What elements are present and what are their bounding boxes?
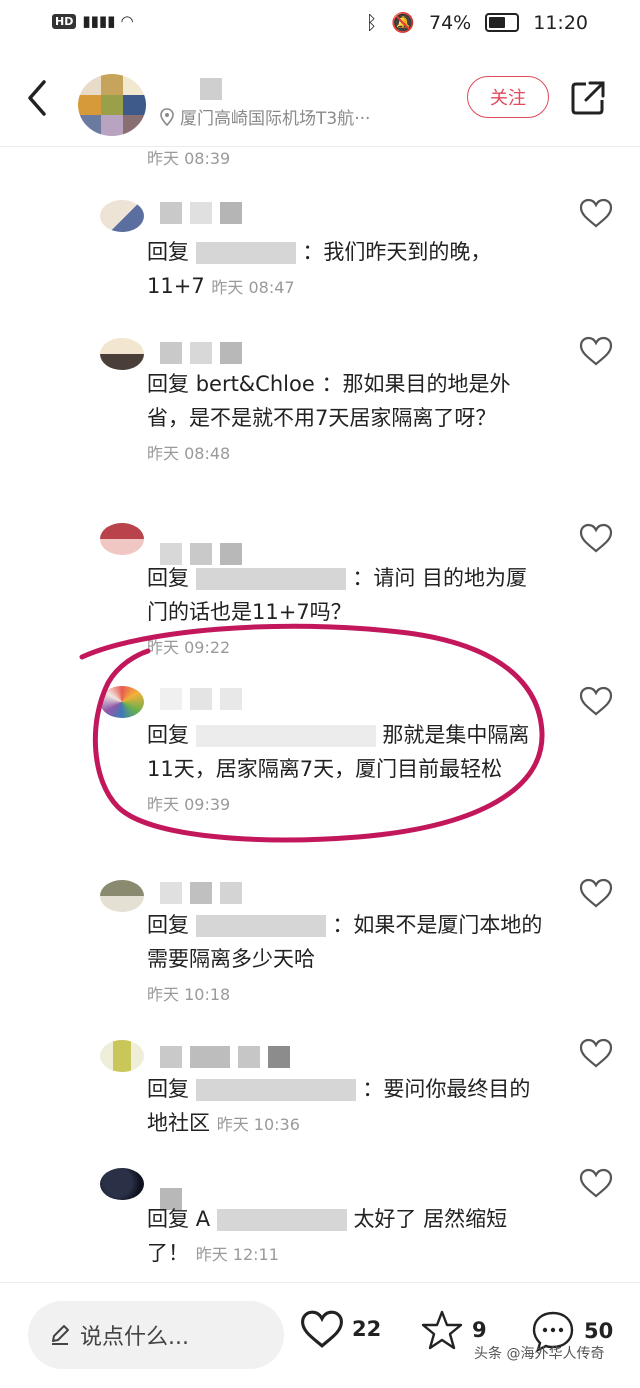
star-icon xyxy=(421,1310,463,1350)
status-left: HD ▮▮▮▮ ◠ xyxy=(52,12,133,30)
status-right: ᛒ 🔕 74% 11:20 xyxy=(365,11,588,35)
favorite-count: 9 xyxy=(472,1318,487,1342)
reply-prefix: 回复 xyxy=(147,1207,189,1231)
comment-body: 回复 A 太好了 居然缩短了！ 昨天 12:11 xyxy=(147,1202,547,1272)
avatar[interactable] xyxy=(100,880,144,912)
watermark: 头条 @海外华人传奇 xyxy=(474,1346,605,1362)
bottom-action-bar: 说点什么... 22 9 50 头条 @海外华人传奇 xyxy=(0,1282,640,1388)
signal-icon: ▮▮▮▮ xyxy=(82,12,116,30)
comment-time: 昨天 10:18 xyxy=(147,985,231,1004)
author-avatar[interactable] xyxy=(78,74,146,136)
comment-time: 昨天 08:48 xyxy=(147,444,231,463)
like-count: 22 xyxy=(352,1317,382,1341)
reply-prefix: 回复 xyxy=(147,1077,189,1101)
comment-input[interactable]: 说点什么... xyxy=(28,1301,284,1369)
comment-time: 昨天 12:11 xyxy=(195,1245,279,1264)
comment-body: 回复 ：要问你最终目的地社区 昨天 10:36 xyxy=(147,1072,547,1142)
pencil-icon xyxy=(52,1325,69,1345)
reply-prefix: 回复 xyxy=(147,913,189,937)
comment-time: 昨天 09:22 xyxy=(147,638,231,657)
avatar[interactable] xyxy=(100,1040,144,1072)
wifi-icon: ◠ xyxy=(121,12,133,30)
commenter-name-blur[interactable] xyxy=(160,342,242,364)
like-heart-icon[interactable] xyxy=(579,336,613,366)
commenter-name-blur[interactable] xyxy=(160,688,242,710)
comment-body: 回复 那就是集中隔离11天，居家隔离7天，厦门目前最轻松 昨天 09:39 xyxy=(147,718,539,822)
comment-time: 昨天 10:36 xyxy=(216,1115,300,1134)
like-heart-icon[interactable] xyxy=(579,198,613,228)
reply-target-blur xyxy=(195,725,376,747)
reply-target: A xyxy=(195,1207,211,1231)
avatar[interactable] xyxy=(100,1168,144,1200)
commenter-name-blur[interactable] xyxy=(160,1046,290,1068)
back-arrow-icon[interactable] xyxy=(20,76,60,120)
battery-fill xyxy=(489,17,506,28)
battery-icon xyxy=(485,13,520,32)
comment-time: 昨天 09:39 xyxy=(147,795,231,814)
avatar[interactable] xyxy=(100,338,144,370)
like-heart-icon[interactable] xyxy=(579,1168,613,1198)
like-button[interactable]: 22 xyxy=(300,1309,381,1349)
reply-target-blur xyxy=(195,1079,356,1101)
commenter-name-blur[interactable] xyxy=(160,202,242,224)
reply-prefix: 回复 xyxy=(147,566,189,590)
avatar[interactable] xyxy=(100,686,144,718)
avatar[interactable] xyxy=(100,523,144,555)
location-tag[interactable]: 厦门高崎国际机场T3航··· xyxy=(160,104,370,129)
like-heart-icon[interactable] xyxy=(579,1038,613,1068)
reply-target-blur xyxy=(195,242,296,264)
reply-prefix: 回复 xyxy=(147,723,189,747)
clock: 11:20 xyxy=(533,11,588,34)
comment-count: 50 xyxy=(584,1319,614,1343)
avatar[interactable] xyxy=(100,200,144,232)
bluetooth-icon: ᛒ xyxy=(365,11,378,34)
comment-time: 昨天 08:47 xyxy=(211,278,295,297)
comment-body: 回复 ：如果不是厦门本地的需要隔离多少天哈 昨天 10:18 xyxy=(147,908,547,1012)
reply-target-blur xyxy=(216,1209,347,1231)
reply-target-blur xyxy=(195,568,346,590)
status-bar: HD ▮▮▮▮ ◠ ᛒ 🔕 74% 11:20 xyxy=(0,0,640,46)
location-text: 厦门高崎国际机场T3航··· xyxy=(180,109,371,129)
reply-prefix: 回复 xyxy=(147,240,189,264)
reply-prefix: 回复 xyxy=(147,372,189,396)
comment-body: 回复 ：我们昨天到的晚，11+7 昨天 08:47 xyxy=(147,235,547,305)
location-pin-icon xyxy=(160,107,174,126)
heart-icon xyxy=(301,1310,343,1348)
reply-target: bert&Chloe xyxy=(195,372,315,396)
like-heart-icon[interactable] xyxy=(579,878,613,908)
comment-time: 昨天 08:39 xyxy=(147,149,231,168)
comment-input-placeholder: 说点什么... xyxy=(80,1325,189,1350)
commenter-name-blur[interactable] xyxy=(160,882,242,904)
comment-body: 回复 bert&Chloe ：那如果目的地是外省，是不是就不用7天居家隔离了呀？… xyxy=(147,367,547,471)
hd-icon: HD xyxy=(52,13,77,29)
reply-target-blur xyxy=(195,915,326,937)
like-heart-icon[interactable] xyxy=(579,686,613,716)
comment-body: 回复 ：请问 目的地为厦门的话也是11+7吗？ 昨天 09:22 xyxy=(147,561,547,665)
like-heart-icon[interactable] xyxy=(579,523,613,553)
battery-percent: 74% xyxy=(429,11,472,34)
follow-button[interactable]: 关注 xyxy=(467,76,549,118)
share-icon[interactable] xyxy=(568,78,608,118)
post-header: 厦门高崎国际机场T3航··· 关注 xyxy=(0,54,640,147)
mute-icon: 🔕 xyxy=(391,12,415,34)
author-name-blur[interactable] xyxy=(200,78,222,100)
